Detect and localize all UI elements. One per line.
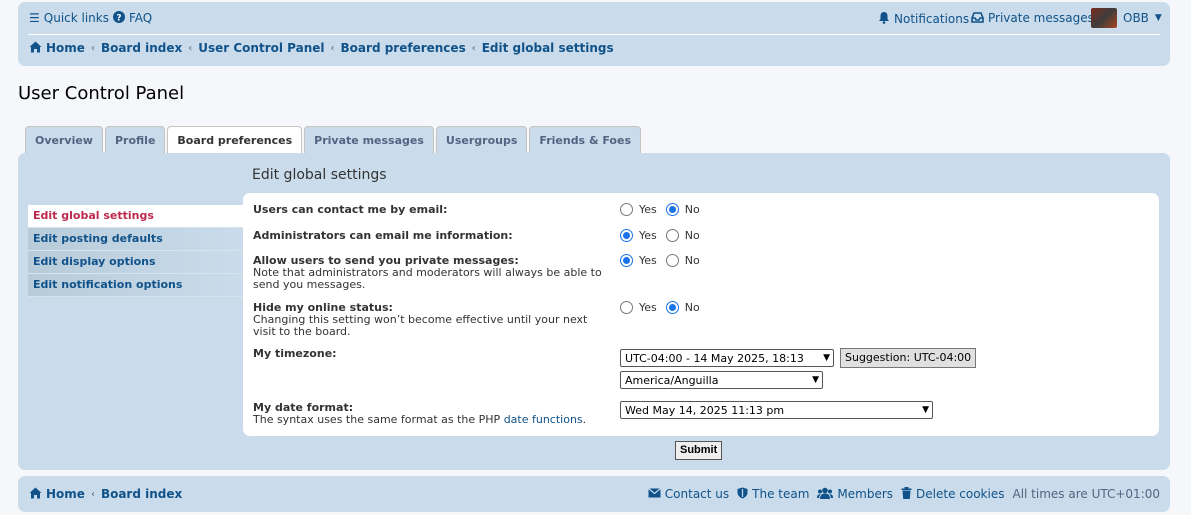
home-icon — [29, 487, 42, 501]
admin-email-no-radio[interactable] — [665, 229, 679, 242]
allow-pm-no-radio[interactable] — [665, 254, 679, 267]
hide-online-no-radio[interactable] — [665, 301, 679, 314]
tab-profile[interactable]: Profile — [104, 126, 166, 153]
timezone-note: All times are UTC+01:00 — [1012, 487, 1160, 501]
footer-links: Contact us The team Members Delete cooki… — [647, 487, 1160, 501]
question-circle-icon: ? — [113, 11, 125, 25]
navbar-divider — [28, 34, 1160, 35]
chevron-down-icon: ▼ — [812, 375, 819, 385]
breadcrumb-home[interactable]: Home — [46, 41, 85, 55]
tab-private-messages[interactable]: Private messages — [304, 126, 434, 153]
timezone-label: My timezone: — [253, 347, 337, 360]
faq-link[interactable]: ? FAQ — [113, 11, 152, 25]
allow-pm-options: Yes No — [620, 254, 706, 267]
timezone-zone-select[interactable]: America/Anguilla ▼ — [620, 371, 823, 389]
breadcrumb-ucp[interactable]: User Control Panel — [198, 41, 324, 55]
contact-email-options: Yes No — [620, 203, 706, 216]
tab-usergroups[interactable]: Usergroups — [435, 126, 528, 153]
user-menu[interactable]: OBB ▼ — [1091, 8, 1162, 28]
sidemenu-item-edit-notification-options[interactable]: Edit notification options — [28, 274, 244, 297]
quick-links-link[interactable]: ☰ Quick links — [29, 11, 109, 25]
sidemenu-item-edit-global-settings[interactable]: Edit global settings — [28, 205, 244, 228]
home-icon — [29, 41, 42, 55]
tab-board-preferences[interactable]: Board preferences — [167, 126, 303, 154]
tab-friends-foes[interactable]: Friends & Foes — [529, 126, 641, 153]
footer-breadcrumb-board-index[interactable]: Board index — [101, 487, 182, 501]
admin-email-label: Administrators can email me information: — [253, 229, 513, 242]
ucp-tabs: Overview Profile Board preferences Priva… — [25, 126, 641, 154]
chevron-left-icon: ‹ — [330, 42, 335, 54]
admin-email-yes-radio[interactable] — [620, 229, 633, 242]
chevron-down-icon: ▼ — [823, 353, 830, 363]
date-functions-link[interactable]: date functions — [504, 413, 583, 426]
navbar: ☰ Quick links ? FAQ Notifications Privat… — [18, 2, 1170, 66]
date-format-controls: Wed May 14, 2025 11:13 pm ▼ — [620, 401, 933, 419]
chevron-left-icon: ‹ — [90, 488, 95, 500]
side-menu: Edit global settings Edit posting defaul… — [28, 205, 244, 297]
breadcrumb-board-index[interactable]: Board index — [101, 41, 182, 55]
shield-icon — [737, 487, 748, 501]
footer-breadcrumb: Home ‹ Board index — [29, 487, 182, 501]
allow-pm-yes-radio[interactable] — [620, 254, 633, 267]
members-link[interactable]: Members — [817, 487, 893, 501]
bell-icon — [878, 11, 890, 26]
submit-button[interactable]: Submit — [675, 441, 723, 460]
caret-down-icon: ▼ — [1154, 13, 1162, 23]
timezone-zone-controls: America/Anguilla ▼ — [620, 371, 823, 389]
avatar — [1091, 8, 1117, 28]
timezone-suggestion-button[interactable]: Suggestion: UTC-04:00 — [840, 348, 977, 368]
footer-navbar: Home ‹ Board index Contact us The team M… — [18, 476, 1170, 512]
timezone-date-select[interactable]: UTC-04:00 - 14 May 2025, 18:13 ▼ — [620, 349, 834, 367]
date-format-select[interactable]: Wed May 14, 2025 11:13 pm ▼ — [620, 401, 933, 419]
chevron-left-icon: ‹ — [188, 42, 193, 54]
settings-form: Users can contact me by email: Yes No Ad… — [243, 193, 1159, 436]
footer-breadcrumb-home[interactable]: Home — [46, 487, 85, 501]
notifications-link[interactable]: Notifications — [878, 11, 969, 26]
hide-online-yes-radio[interactable] — [620, 301, 633, 314]
hide-online-explain: Changing this setting won’t become effec… — [253, 313, 588, 338]
chevron-down-icon: ▼ — [922, 405, 929, 415]
trash-icon — [901, 487, 912, 501]
date-format-explain: The syntax uses the same format as the P… — [253, 413, 587, 426]
contact-email-no-radio[interactable] — [665, 203, 679, 216]
admin-email-options: Yes No — [620, 229, 706, 242]
chevron-left-icon: ‹ — [90, 42, 95, 54]
page-title: User Control Panel — [18, 83, 185, 104]
contact-us-link[interactable]: Contact us — [647, 487, 729, 501]
navbar-top: ☰ Quick links ? FAQ Notifications Privat… — [18, 2, 1170, 34]
breadcrumb: Home ‹ Board index ‹ User Control Panel … — [29, 41, 614, 55]
panel-heading: Edit global settings — [252, 167, 387, 183]
hamburger-icon: ☰ — [29, 11, 40, 25]
users-icon — [817, 487, 834, 501]
ucp-panel: Edit global settings Edit global setting… — [18, 153, 1170, 470]
sidemenu-item-edit-posting-defaults[interactable]: Edit posting defaults — [28, 228, 244, 251]
timezone-date-controls: UTC-04:00 - 14 May 2025, 18:13 ▼ Suggest… — [620, 348, 977, 368]
contact-email-label: Users can contact me by email: — [253, 203, 448, 216]
tab-overview[interactable]: Overview — [25, 126, 103, 153]
hide-online-options: Yes No — [620, 301, 706, 314]
sidemenu-item-edit-display-options[interactable]: Edit display options — [28, 251, 244, 274]
private-messages-link[interactable]: Private messages — [971, 11, 1094, 25]
breadcrumb-board-preferences[interactable]: Board preferences — [341, 41, 466, 55]
svg-text:?: ? — [116, 13, 121, 23]
allow-pm-explain: Note that administrators and moderators … — [253, 266, 602, 291]
inbox-icon — [971, 11, 984, 25]
breadcrumb-edit-global-settings[interactable]: Edit global settings — [482, 41, 614, 55]
chevron-left-icon: ‹ — [471, 42, 476, 54]
delete-cookies-link[interactable]: Delete cookies — [901, 487, 1004, 501]
the-team-link[interactable]: The team — [737, 487, 809, 501]
envelope-icon — [647, 488, 661, 500]
contact-email-yes-radio[interactable] — [620, 203, 633, 216]
